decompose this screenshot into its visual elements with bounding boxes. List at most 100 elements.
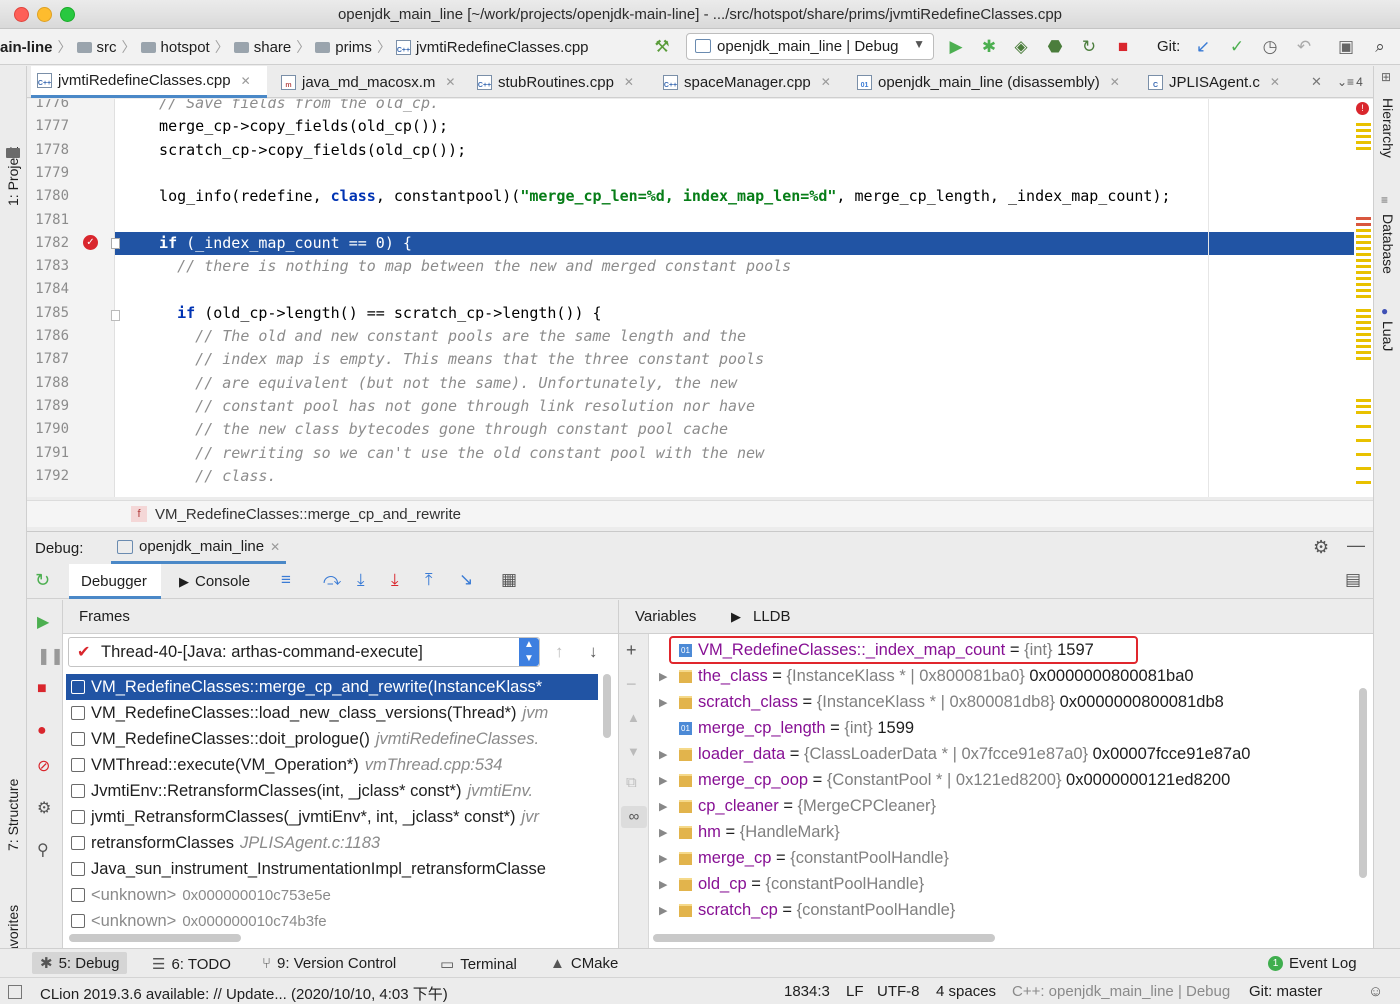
error-stripe[interactable]: !	[1354, 99, 1373, 497]
breadcrumb-share[interactable]: share	[254, 39, 292, 56]
run-configuration-select[interactable]: openjdk_main_line | Debug ▼	[686, 33, 934, 60]
resolve-context[interactable]: C++: openjdk_main_line | Debug	[1012, 983, 1230, 1000]
stack-frame[interactable]: jvmti_RetransformClasses(_jvmtiEnv*, int…	[71, 804, 539, 830]
indent-setting[interactable]: 4 spaces	[936, 983, 996, 1000]
force-step-into-icon[interactable]: ⤓	[391, 570, 399, 590]
marker-stripe-mark[interactable]	[1356, 315, 1371, 318]
frames-hscrollbar[interactable]	[69, 934, 241, 942]
expand-arrow-icon[interactable]: ▶	[659, 748, 673, 761]
arrow-down-icon[interactable]: ↓	[589, 642, 598, 662]
variable-row[interactable]: ▶ scratch_cp = {constantPoolHandle}	[659, 897, 955, 923]
move-up-icon[interactable]: ▲	[627, 710, 640, 725]
layout-icon[interactable]: ▤	[1345, 570, 1361, 590]
fold-icon[interactable]	[111, 238, 120, 249]
variable-row[interactable]: ▶ merge_cp = {constantPoolHandle}	[659, 845, 949, 871]
marker-stripe-mark[interactable]	[1356, 339, 1371, 342]
marker-stripe-mark[interactable]	[1356, 333, 1371, 336]
marker-stripe-mark[interactable]	[1356, 247, 1371, 250]
tool-windows-icon[interactable]	[8, 985, 22, 999]
glasses-icon[interactable]: ∞	[621, 806, 647, 828]
expand-arrow-icon[interactable]: ▶	[659, 696, 673, 709]
close-icon[interactable]: ✕	[624, 75, 634, 89]
marker-stripe-mark[interactable]	[1356, 309, 1371, 312]
variable-row[interactable]: ▶ the_class = {InstanceKlass * | 0x800081…	[659, 663, 1194, 689]
code-editor[interactable]: 1776 // Save fields from the old_cp. 1777…	[27, 99, 1373, 497]
variables-hscrollbar[interactable]	[653, 934, 995, 942]
marker-stripe-mark[interactable]	[1356, 259, 1371, 262]
view-breakpoints-icon[interactable]: ●	[37, 722, 47, 740]
stack-frame[interactable]: retransformClasses JPLISAgent.c:1183	[71, 830, 380, 856]
marker-stripe-mark[interactable]	[1356, 123, 1371, 126]
marker-stripe-mark[interactable]	[1356, 453, 1371, 456]
copy-icon[interactable]: ⧉	[626, 774, 637, 791]
stop-icon[interactable]: ■	[1113, 37, 1133, 57]
gear-icon[interactable]: ⚙	[1313, 537, 1329, 558]
run-to-cursor-icon[interactable]: ↘	[459, 570, 473, 590]
variable-row[interactable]: ▶ hm = {HandleMark}	[659, 819, 840, 845]
expand-arrow-icon[interactable]: ▶	[659, 904, 673, 917]
breadcrumb-src[interactable]: src	[97, 39, 117, 56]
minimize-icon[interactable]: —	[1347, 535, 1365, 556]
add-watch-icon[interactable]: +	[626, 640, 637, 661]
stack-frame[interactable]: VM_RedefineClasses::doit_prologue() jvmti…	[71, 726, 539, 752]
tab-jvmtiredefineclasses[interactable]: C++ jvmtiRedefineClasses.cpp ✕	[31, 66, 267, 98]
stack-frame[interactable]: Java_sun_instrument_InstrumentationImpl_…	[71, 856, 546, 882]
coverage-icon[interactable]: ◈	[1011, 37, 1031, 57]
step-over-icon[interactable]: ⤼	[323, 570, 341, 590]
mute-breakpoints-icon[interactable]: ⊘	[37, 756, 50, 776]
close-icon[interactable]: ✕	[270, 540, 280, 554]
tool-cmake[interactable]: ▲ CMake	[550, 955, 618, 972]
project-structure-icon[interactable]: ▣	[1336, 37, 1356, 57]
frames-scrollbar[interactable]	[603, 674, 611, 738]
error-icon[interactable]: !	[1356, 102, 1369, 115]
marker-stripe-mark[interactable]	[1356, 271, 1371, 274]
tool-luaj[interactable]: LuaJ	[1380, 321, 1396, 351]
gear-icon[interactable]: ⚙	[37, 798, 51, 818]
marker-stripe-mark[interactable]	[1356, 141, 1371, 144]
remove-watch-icon[interactable]: −	[626, 674, 637, 695]
tab-lldb[interactable]: LLDB	[753, 608, 791, 625]
marker-stripe-mark[interactable]	[1356, 295, 1371, 298]
git-commit-icon[interactable]: ✓	[1227, 37, 1247, 57]
marker-stripe-mark[interactable]	[1356, 277, 1371, 280]
marker-stripe-mark[interactable]	[1356, 283, 1371, 286]
close-icon[interactable]: ✕	[445, 75, 455, 89]
close-icon[interactable]: ✕	[1110, 75, 1120, 89]
tool-database[interactable]: Database	[1380, 214, 1396, 274]
expand-arrow-icon[interactable]: ▶	[659, 852, 673, 865]
marker-stripe-mark[interactable]	[1356, 129, 1371, 132]
evaluate-expression-icon[interactable]: ▦	[501, 570, 517, 590]
variable-row[interactable]: ▶ scratch_class = {InstanceKlass * | 0x80…	[659, 689, 1224, 715]
variable-row[interactable]: ▶ old_cp = {constantPoolHandle}	[659, 871, 924, 897]
resume-icon[interactable]: ▶	[37, 612, 49, 632]
marker-stripe-mark[interactable]	[1356, 147, 1371, 150]
marker-stripe-mark[interactable]	[1356, 481, 1371, 484]
stack-frame[interactable]: <unknown> 0x000000010c74b3fe	[71, 908, 327, 934]
breakpoint-icon[interactable]: ✓	[83, 235, 98, 250]
stack-frame[interactable]: <unknown> 0x000000010c753e5e	[71, 882, 331, 908]
marker-stripe-mark[interactable]	[1356, 217, 1371, 220]
tab-stubroutines[interactable]: C++ stubRoutines.cpp ✕	[471, 66, 640, 98]
marker-stripe-mark[interactable]	[1356, 135, 1371, 138]
marker-stripe-mark[interactable]	[1356, 289, 1371, 292]
step-out-icon[interactable]: ⤒	[425, 570, 433, 590]
breadcrumb-hotspot[interactable]: hotspot	[161, 39, 210, 56]
inspector-icon[interactable]: ☺	[1368, 983, 1383, 1000]
marker-stripe-mark[interactable]	[1356, 321, 1371, 324]
build-hammer-icon[interactable]: ⚒	[652, 37, 672, 57]
close-icon[interactable]: ✕	[1311, 74, 1322, 90]
close-icon[interactable]: ✕	[241, 74, 251, 88]
expand-arrow-icon[interactable]: ▶	[659, 878, 673, 891]
tool-event-log[interactable]: 1 Event Log	[1268, 955, 1357, 972]
tool-todo[interactable]: ☰ 6: TODO	[152, 955, 231, 974]
search-icon[interactable]: ⌕	[1370, 37, 1390, 57]
stack-frame[interactable]: VM_RedefineClasses::merge_cp_and_rewrite…	[66, 674, 598, 700]
tool-terminal[interactable]: ▭ Terminal	[440, 955, 517, 974]
marker-stripe-mark[interactable]	[1356, 241, 1371, 244]
breadcrumb-file[interactable]: jvmtiRedefineClasses.cpp	[416, 39, 589, 56]
tab-debugger[interactable]: Debugger	[69, 564, 161, 599]
pause-icon[interactable]: ❚❚	[37, 646, 64, 666]
breadcrumb-project[interactable]: ain-line	[0, 39, 53, 56]
tool-hierarchy[interactable]: Hierarchy	[1380, 98, 1396, 158]
git-rollback-icon[interactable]: ↶	[1294, 37, 1314, 57]
